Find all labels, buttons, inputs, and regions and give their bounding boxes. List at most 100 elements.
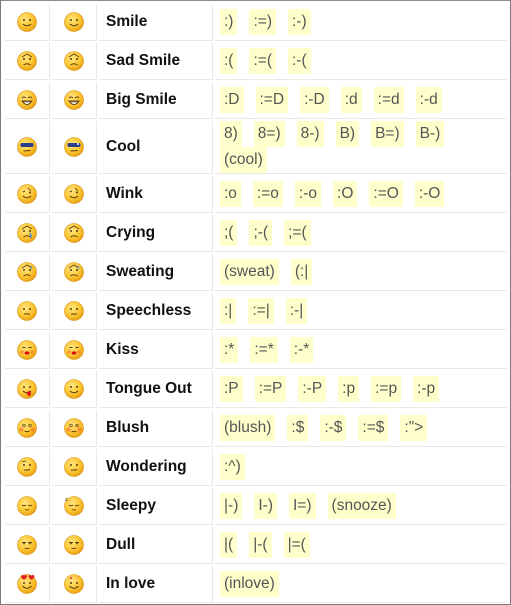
sleepy-icon[interactable] — [16, 496, 38, 516]
emoticon-code[interactable]: :=o — [252, 181, 283, 207]
sad-smile-animated-cell[interactable] — [52, 43, 97, 80]
emoticon-code[interactable]: :=D — [255, 87, 289, 113]
speechless-animated-icon[interactable] — [63, 301, 85, 321]
emoticon-code[interactable]: I-) — [254, 493, 277, 519]
emoticon-code[interactable]: |=( — [283, 532, 310, 558]
emoticon-code[interactable]: (:| — [290, 259, 313, 285]
sleepy-animated-icon[interactable]: z.. — [63, 496, 85, 516]
emoticon-code[interactable]: :=O — [369, 181, 403, 207]
sad-smile-animated-icon[interactable] — [63, 51, 85, 71]
in-love-icon[interactable] — [16, 574, 38, 594]
sad-smile-icon[interactable] — [16, 51, 38, 71]
emoticon-code[interactable]: I=) — [289, 493, 316, 519]
emoticon-code[interactable]: ;( — [220, 220, 238, 246]
emoticon-code[interactable]: (cool) — [220, 147, 267, 173]
tongue-out-animated-icon[interactable] — [63, 379, 85, 399]
sleepy-animated-cell[interactable]: z.. — [52, 488, 97, 525]
emoticon-code[interactable]: B) — [335, 121, 360, 147]
sleepy-static-cell[interactable] — [5, 488, 50, 525]
emoticon-code[interactable]: :-p — [413, 376, 440, 402]
emoticon-code[interactable]: ;-( — [249, 220, 273, 246]
kiss-animated-cell[interactable] — [52, 332, 97, 369]
emoticon-code[interactable]: :=( — [249, 48, 276, 74]
emoticon-code[interactable]: :-D — [300, 87, 329, 113]
blush-animated-cell[interactable] — [52, 410, 97, 447]
speechless-static-cell[interactable] — [5, 293, 50, 330]
dull-animated-icon[interactable] — [63, 535, 85, 555]
wondering-animated-icon[interactable] — [63, 457, 85, 477]
emoticon-code[interactable]: :-| — [285, 298, 308, 324]
emoticon-code[interactable]: :-* — [289, 337, 314, 363]
emoticon-code[interactable]: (blush) — [220, 415, 276, 441]
kiss-static-cell[interactable] — [5, 332, 50, 369]
sweating-animated-cell[interactable] — [52, 254, 97, 291]
emoticon-code[interactable]: :d — [340, 87, 362, 113]
emoticon-code[interactable]: |-( — [249, 532, 272, 558]
emoticon-code[interactable]: :D — [220, 87, 244, 113]
emoticon-code[interactable]: :$ — [287, 415, 309, 441]
blush-static-cell[interactable] — [5, 410, 50, 447]
big-smile-icon[interactable] — [16, 90, 38, 110]
wink-animated-icon[interactable] — [63, 184, 85, 204]
in-love-animated-icon[interactable] — [63, 574, 85, 594]
emoticon-code[interactable]: B=) — [371, 121, 404, 147]
tongue-out-icon[interactable] — [16, 379, 38, 399]
emoticon-code[interactable]: 8-) — [296, 121, 324, 147]
emoticon-code[interactable]: (inlove) — [220, 571, 279, 597]
sad-smile-static-cell[interactable] — [5, 43, 50, 80]
emoticon-code[interactable]: |( — [220, 532, 238, 558]
emoticon-code[interactable]: B-) — [415, 121, 445, 147]
emoticon-code[interactable]: :=* — [250, 337, 278, 363]
emoticon-code[interactable]: :^) — [220, 454, 245, 480]
sweating-static-cell[interactable] — [5, 254, 50, 291]
kiss-animated-icon[interactable] — [63, 340, 85, 360]
cool-animated-cell[interactable] — [52, 121, 97, 174]
big-smile-animated-icon[interactable] — [63, 90, 85, 110]
blush-icon[interactable] — [16, 418, 38, 438]
emoticon-code[interactable]: :( — [220, 48, 238, 74]
emoticon-code[interactable]: :=) — [249, 9, 276, 35]
speechless-icon[interactable] — [16, 301, 38, 321]
speechless-animated-cell[interactable] — [52, 293, 97, 330]
smile-animated-cell[interactable] — [52, 4, 97, 41]
cool-animated-icon[interactable] — [63, 137, 85, 157]
dull-static-cell[interactable] — [5, 527, 50, 564]
sweating-icon[interactable] — [16, 262, 38, 282]
wink-icon[interactable] — [16, 184, 38, 204]
tongue-out-animated-cell[interactable] — [52, 371, 97, 408]
crying-static-cell[interactable] — [5, 215, 50, 252]
emoticon-code[interactable]: :=p — [371, 376, 402, 402]
emoticon-code[interactable]: :P — [220, 376, 243, 402]
kiss-icon[interactable] — [16, 340, 38, 360]
emoticon-code[interactable]: |-) — [220, 493, 243, 519]
blush-animated-icon[interactable] — [63, 418, 85, 438]
wondering-static-cell[interactable] — [5, 449, 50, 486]
cool-static-cell[interactable] — [5, 121, 50, 174]
emoticon-code[interactable]: :=d — [373, 87, 404, 113]
in-love-static-cell[interactable] — [5, 566, 50, 603]
emoticon-code[interactable]: :-O — [414, 181, 445, 207]
smile-static-cell[interactable] — [5, 4, 50, 41]
smile-animated-icon[interactable] — [63, 12, 85, 32]
emoticon-code[interactable]: :-o — [294, 181, 322, 207]
emoticon-code[interactable]: :o — [220, 181, 241, 207]
emoticon-code[interactable]: :-P — [298, 376, 327, 402]
smile-icon[interactable] — [16, 12, 38, 32]
sweating-animated-icon[interactable] — [63, 262, 85, 282]
emoticon-code[interactable]: :* — [220, 337, 239, 363]
emoticon-code[interactable]: :-) — [288, 9, 311, 35]
crying-icon[interactable] — [16, 223, 38, 243]
emoticon-code[interactable]: ;=( — [284, 220, 311, 246]
tongue-out-static-cell[interactable] — [5, 371, 50, 408]
wink-static-cell[interactable] — [5, 176, 50, 213]
emoticon-code[interactable]: :=$ — [358, 415, 389, 441]
emoticon-code[interactable]: :-( — [288, 48, 311, 74]
emoticon-code[interactable]: :O — [333, 181, 358, 207]
crying-animated-icon[interactable] — [63, 223, 85, 243]
cool-icon[interactable] — [16, 137, 38, 157]
emoticon-code[interactable]: 8) — [220, 121, 242, 147]
emoticon-code[interactable]: :p — [338, 376, 360, 402]
emoticon-code[interactable]: :| — [220, 298, 237, 324]
crying-animated-cell[interactable] — [52, 215, 97, 252]
emoticon-code[interactable]: 8=) — [253, 121, 285, 147]
